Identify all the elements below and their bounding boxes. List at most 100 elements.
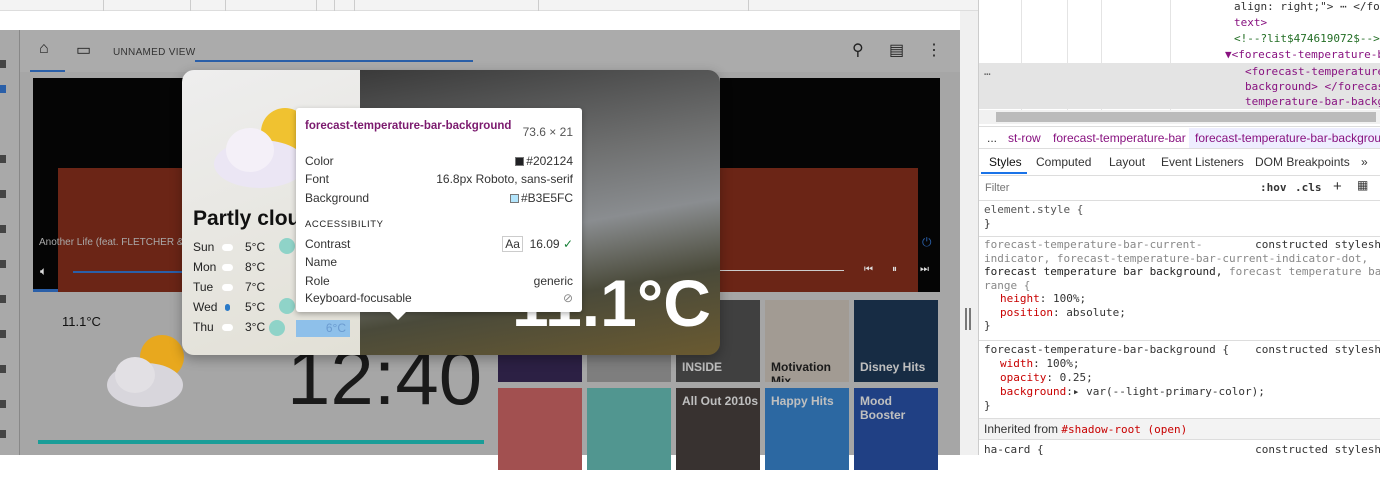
playlist-tile[interactable]: Happy Hits <box>765 388 849 470</box>
rule-selector[interactable]: ha-card { <box>984 443 1044 456</box>
style-rule: forecast-temperature-bar-current-constru… <box>984 238 1380 333</box>
devices-icon[interactable]: ▭ <box>76 40 91 60</box>
rule-selector[interactable]: forecast-temperature-bar-background { <box>984 343 1229 356</box>
css-property[interactable]: opacity <box>1000 371 1046 384</box>
active-tab-indicator <box>30 70 65 72</box>
rule-close: } <box>984 319 991 332</box>
name-label: Name <box>305 255 338 269</box>
devtools-panel: … align: right;"> ⋯ </fore text> <!--?li… <box>978 0 1380 456</box>
breadcrumb-item-selected[interactable]: forecast-temperature-bar-backgroun <box>1189 128 1380 148</box>
hov-toggle[interactable]: :hov <box>1260 181 1287 194</box>
breadcrumb-item[interactable]: forecast-temperature-bar <box>1053 131 1186 145</box>
role-value: generic <box>533 274 573 288</box>
inherited-from-link[interactable]: #shadow-root (open) <box>1061 423 1187 436</box>
css-property[interactable]: height <box>1000 292 1040 305</box>
rule-source-link[interactable]: constructed stylesh <box>1255 238 1380 252</box>
panel-splitter[interactable] <box>960 11 978 455</box>
rule-selector[interactable]: range { <box>984 279 1380 293</box>
background-label: Background <box>305 191 370 205</box>
css-property[interactable]: position <box>1000 306 1053 319</box>
cloud-icon <box>222 324 233 331</box>
more-vert-icon[interactable]: ⋮ <box>926 40 942 60</box>
inspect-tooltip: forecast-temperature-bar-background 73.6… <box>296 108 582 320</box>
playlist-tile[interactable]: Mood Booster <box>854 388 938 470</box>
playlist-tile[interactable]: All Out 2010s <box>676 388 760 470</box>
dom-line[interactable]: align: right;"> ⋯ </fore <box>1234 0 1380 13</box>
playlist-tile[interactable] <box>498 388 582 470</box>
rule-close: } <box>984 217 991 230</box>
horizontal-scrollbar[interactable] <box>979 110 1380 124</box>
power-icon[interactable]: ⏻ <box>922 235 932 250</box>
rule-selector[interactable]: forecast-temperature-bar-current- <box>984 238 1203 251</box>
breadcrumb-item[interactable]: st-row <box>1008 131 1041 145</box>
cloud-icon <box>222 264 233 271</box>
css-property[interactable]: background <box>1000 385 1066 398</box>
playlist-tile[interactable]: Disney Hits <box>854 300 938 382</box>
dom-line[interactable]: ▼<forecast-temperature-ba <box>1225 48 1380 61</box>
breadcrumb-more[interactable]: ... <box>987 131 997 145</box>
weather-condition: Partly clou <box>193 207 301 230</box>
next-icon[interactable]: ⏭ <box>920 264 929 275</box>
forecast-temp: 5°C <box>245 300 266 314</box>
temperature-bar <box>279 238 295 254</box>
tab-computed[interactable]: Computed <box>1036 155 1091 169</box>
dom-line[interactable]: background> </forecast <box>1245 80 1380 93</box>
computed-styles-toggle-icon[interactable]: ▦ <box>1357 178 1368 192</box>
role-label: Role <box>305 274 330 288</box>
home-icon[interactable]: ⌂ <box>39 40 49 58</box>
search-icon[interactable]: ⚲ <box>852 40 864 60</box>
new-style-rule-button[interactable]: + <box>1333 178 1342 195</box>
color-label: Color <box>305 154 334 168</box>
element-size: 73.6 × 21 <box>522 125 573 139</box>
forecast-day: Mon <box>193 260 217 274</box>
dom-line[interactable]: text> <box>1234 16 1267 29</box>
css-value[interactable]: 100%; <box>1053 292 1086 305</box>
tab-dom-breakpoints[interactable]: DOM Breakpoints <box>1255 155 1350 169</box>
more-tabs-button[interactable]: » <box>1361 155 1368 169</box>
rule-selector[interactable]: indicator, forecast-temperature-bar-curr… <box>984 252 1380 266</box>
css-property[interactable]: width <box>1000 357 1033 370</box>
album-art <box>720 168 918 292</box>
dom-line[interactable]: temperature-bar-backgr <box>1245 95 1380 108</box>
rule-source-link[interactable]: constructed stylesh <box>1255 343 1380 357</box>
forecast-temp: 5°C <box>245 240 266 254</box>
rule-close: } <box>984 399 991 412</box>
song-title: Another Life (feat. FLETCHER & ... <box>39 237 195 248</box>
css-value[interactable]: ▸ var(--light-primary-color); <box>1073 385 1265 398</box>
dom-line[interactable]: <!--?lit$474619072$--> <box>1234 32 1380 45</box>
playlist-tile[interactable] <box>587 388 671 470</box>
dom-line[interactable]: <forecast-temperature- <box>1245 65 1380 78</box>
teal-divider <box>38 440 484 444</box>
previous-icon[interactable]: ⏮ <box>864 264 873 275</box>
background-value: #B3E5FC <box>520 191 573 205</box>
styles-filter-input[interactable] <box>981 178 1251 197</box>
cloud-icon <box>222 244 233 251</box>
tab-styles[interactable]: Styles <box>989 155 1022 169</box>
cls-toggle[interactable]: .cls <box>1295 181 1322 194</box>
inherited-header: Inherited from #shadow-root (open) <box>979 418 1380 440</box>
tab-layout[interactable]: Layout <box>1109 155 1145 169</box>
progress-bar[interactable] <box>720 270 844 271</box>
rule-selector-match[interactable]: forecast temperature bar background, <box>984 265 1222 278</box>
playlist-tile[interactable]: Motivation Mix <box>765 300 849 382</box>
playlist-title: Mood Booster <box>860 394 906 422</box>
rule-selector[interactable]: element.style { <box>984 203 1380 217</box>
css-value[interactable]: absolute; <box>1066 306 1126 319</box>
rule-source-link[interactable]: constructed stylesh <box>1255 443 1380 456</box>
forecast-day: Thu <box>193 320 214 334</box>
styles-pane: element.style { } <box>984 203 1380 231</box>
css-value[interactable]: 100%; <box>1046 357 1079 370</box>
tab-underline <box>195 60 473 62</box>
forecast-temp: 3°C <box>245 320 266 334</box>
media-player-card[interactable]: ⏻ ⏮ ⏸ ⏭ <box>720 78 940 292</box>
focusable-label: Keyboard-focusable <box>305 291 412 305</box>
rule-selector[interactable]: forecast temperature bar <box>1222 265 1380 278</box>
tab-event-listeners[interactable]: Event Listeners <box>1161 155 1244 169</box>
check-circle-icon: ✓ <box>562 237 573 251</box>
cloud-icon <box>222 284 233 291</box>
assist-icon[interactable]: ▤ <box>889 40 904 60</box>
tab-unnamed-view[interactable]: UNNAMED VIEW <box>113 47 196 58</box>
pause-icon[interactable]: ⏸ <box>892 264 897 275</box>
volume-icon[interactable]: 🔈︎ <box>40 264 47 279</box>
css-value[interactable]: 0.25; <box>1060 371 1093 384</box>
